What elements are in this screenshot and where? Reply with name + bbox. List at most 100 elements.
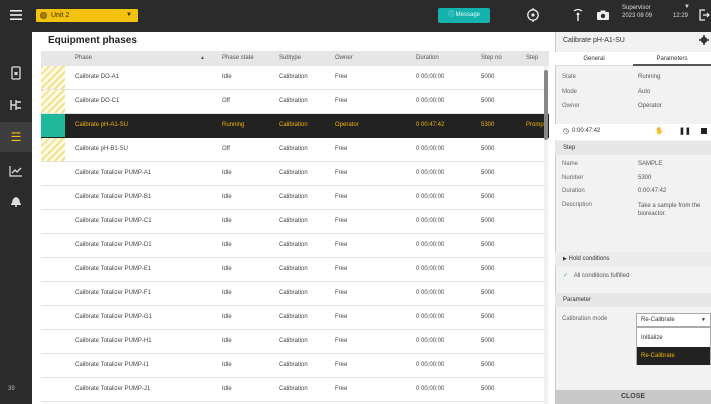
table-row[interactable]: Calibrate Totalizer PUMP-J1 Idle Calibrati…: [41, 378, 549, 402]
cell-owner: Free: [335, 314, 348, 320]
left-nav: ☰ 39: [0, 32, 32, 404]
antenna-signal-icon[interactable]: [572, 8, 584, 22]
column-header-step-no[interactable]: Step no: [481, 51, 502, 66]
cell-duration: 0 00:00:00: [416, 362, 445, 368]
cell-owner: Free: [335, 98, 348, 104]
cell-owner: Free: [335, 242, 348, 248]
cell-duration: 0 00:00:00: [416, 218, 445, 224]
table-row[interactable]: Calibrate Totalizer PUMP-I1 Idle Calibrati…: [41, 354, 549, 378]
cell-duration: 0 00:00:00: [416, 146, 445, 152]
caret-right-icon: ▶: [563, 256, 567, 262]
sort-ascending-icon[interactable]: ▲: [200, 51, 205, 66]
close-button[interactable]: CLOSE: [555, 390, 711, 404]
scrollbar-thumb[interactable]: [544, 70, 548, 140]
cell-state: Idle: [222, 338, 232, 344]
stop-icon[interactable]: [701, 128, 707, 134]
column-header-owner[interactable]: Owner: [335, 51, 353, 66]
table-row[interactable]: Calibrate pH-A1-SU Running Calibration Oper…: [41, 114, 549, 138]
cell-phase: Calibrate pH-A1-SU: [75, 122, 129, 128]
cell-duration: 0 00:00:00: [416, 266, 445, 272]
cell-step-no: 5000: [481, 146, 495, 152]
column-header-phase[interactable]: Phase: [75, 51, 92, 66]
parameter-section-header: Parameter: [555, 293, 711, 307]
calibration-mode-value: Re-Calibrate: [641, 317, 675, 323]
table-row[interactable]: Calibrate Totalizer PUMP-C1 Idle Calibrati…: [41, 210, 549, 234]
mode-value: Auto: [638, 89, 651, 95]
cell-owner: Free: [335, 194, 348, 200]
table-row[interactable]: Calibrate Totalizer PUMP-D1 Idle Calibrati…: [41, 234, 549, 258]
cell-subtype: Calibration: [279, 74, 308, 80]
target-icon[interactable]: [526, 8, 540, 22]
current-time: 12:29: [672, 13, 688, 19]
cell-phase: Calibrate Totalizer PUMP-G1: [75, 314, 152, 320]
cell-state: Running: [222, 122, 245, 128]
phase-control-row: ◷ 0:00:47:42 ✋ ❚❚: [555, 124, 711, 140]
option-initialize[interactable]: Initialize: [637, 329, 710, 347]
unit-status-icon: [40, 12, 47, 19]
logout-icon[interactable]: [698, 8, 710, 22]
cell-duration: 0 00:00:00: [416, 74, 445, 80]
cell-phase: Calibrate Totalizer PUMP-D1: [75, 242, 152, 248]
unit-selector[interactable]: Unit 2 ▼: [36, 9, 138, 22]
column-header-subtype[interactable]: Subtype: [279, 51, 301, 66]
table-row[interactable]: Calibrate Totalizer PUMP-F1 Idle Calibrati…: [41, 282, 549, 306]
cell-state: Idle: [222, 242, 232, 248]
cell-state: Off: [222, 98, 230, 104]
step-section-header: Step: [555, 141, 711, 155]
state-value: Running: [638, 74, 661, 80]
cell-state: Off: [222, 146, 230, 152]
tab-parameters[interactable]: Parameters: [633, 52, 711, 66]
cell-step-no: 5000: [481, 74, 495, 80]
hamburger-menu-icon[interactable]: [9, 8, 23, 22]
panel-tabs: General Parameters: [555, 52, 711, 66]
owner-value: Operator: [638, 103, 662, 109]
column-header-phase-state[interactable]: Phase state: [222, 51, 254, 66]
message-button[interactable]: ⓘ Message: [438, 8, 490, 23]
cell-subtype: Calibration: [279, 242, 308, 248]
cell-owner: Free: [335, 218, 348, 224]
tab-general[interactable]: General: [555, 52, 633, 66]
user-dropdown-chevron-icon[interactable]: ▼: [684, 4, 690, 10]
cell-subtype: Calibration: [279, 194, 308, 200]
column-header-step[interactable]: Step: [526, 51, 538, 66]
table-row[interactable]: Calibrate pH-B1-SU Off Calibration Free 0 00…: [41, 138, 549, 162]
cell-duration: 0 00:00:00: [416, 314, 445, 320]
operator-hand-icon[interactable]: ✋: [655, 127, 664, 135]
pause-icon[interactable]: ❚❚: [679, 127, 691, 135]
table-row[interactable]: Calibrate Totalizer PUMP-B1 Idle Calibrati…: [41, 186, 549, 210]
column-header-duration[interactable]: Duration: [416, 51, 439, 66]
cell-subtype: Calibration: [279, 266, 308, 272]
hold-conditions-header[interactable]: ▶ Hold conditions: [555, 252, 711, 266]
unit-overview-icon[interactable]: [0, 57, 32, 87]
unit-selector-label: Unit 2: [51, 12, 70, 19]
cell-owner: Free: [335, 362, 348, 368]
cell-phase: Calibrate Totalizer PUMP-H1: [75, 338, 152, 344]
equipment-phases-list-icon[interactable]: ☰: [0, 122, 32, 152]
settings-gear-icon[interactable]: [699, 35, 709, 45]
table-row[interactable]: Calibrate Totalizer PUMP-A1 Idle Calibrati…: [41, 162, 549, 186]
trend-chart-icon[interactable]: [0, 155, 32, 185]
message-label: Message: [455, 12, 481, 18]
cell-phase: Calibrate Totalizer PUMP-F1: [75, 290, 151, 296]
cell-phase: Calibrate Totalizer PUMP-J1: [75, 386, 151, 392]
phase-tree-icon[interactable]: [0, 89, 32, 119]
alarm-bell-icon[interactable]: [0, 185, 32, 215]
step-description-label: Description: [562, 202, 593, 208]
table-row[interactable]: Calibrate DO-A1 Idle Calibration Free 0 00:0…: [41, 66, 549, 90]
table-row[interactable]: Calibrate Totalizer PUMP-E1 Idle Calibrati…: [41, 258, 549, 282]
cell-subtype: Calibration: [279, 314, 308, 320]
cell-step-no: 5000: [481, 242, 495, 248]
table-row[interactable]: Calibrate Totalizer PUMP-G1 Idle Calibrati…: [41, 306, 549, 330]
cell-owner: Free: [335, 74, 348, 80]
camera-icon[interactable]: [596, 10, 610, 21]
calibration-mode-select[interactable]: Re-Calibrate ▼: [636, 313, 711, 327]
step-description-value: Take a sample from the bioreactor.: [638, 203, 701, 217]
cell-owner: Free: [335, 266, 348, 272]
cell-owner: Free: [335, 290, 348, 296]
table-scrollbar[interactable]: [544, 66, 548, 404]
cell-state: Idle: [222, 170, 232, 176]
cell-step-no: 5000: [481, 218, 495, 224]
table-row[interactable]: Calibrate DO-C1 Off Calibration Free 0 00:00…: [41, 90, 549, 114]
table-row[interactable]: Calibrate Totalizer PUMP-H1 Idle Calibrati…: [41, 330, 549, 354]
option-re-calibrate[interactable]: Re-Calibrate: [637, 347, 710, 365]
